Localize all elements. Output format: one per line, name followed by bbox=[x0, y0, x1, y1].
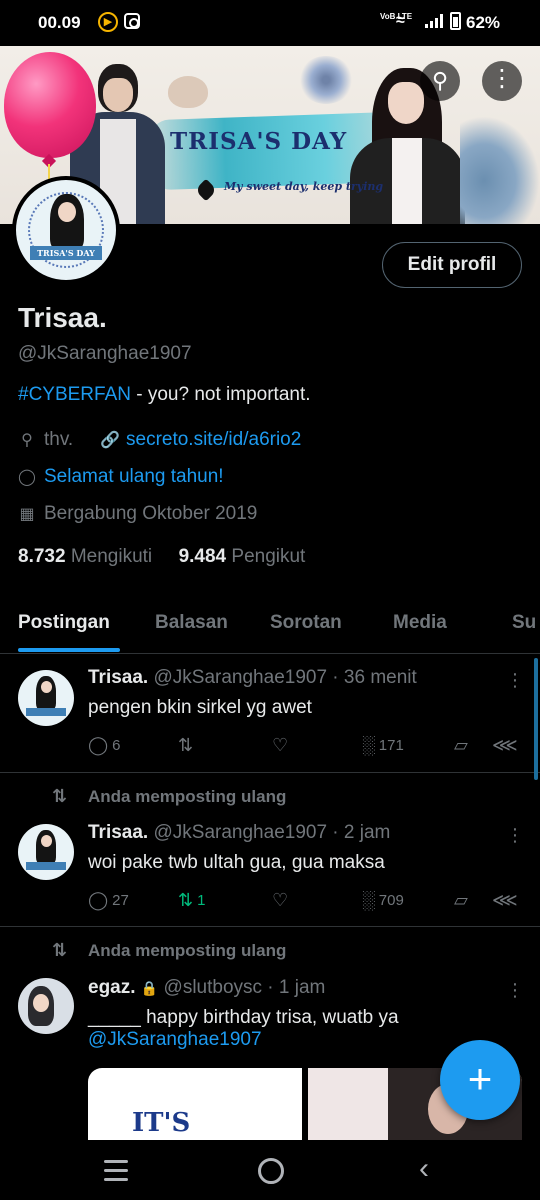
system-nav-bar: ‹ bbox=[0, 1140, 540, 1200]
post-avatar[interactable] bbox=[18, 978, 74, 1034]
lock-icon: 🔒 bbox=[140, 980, 159, 996]
following-link[interactable]: 8.732 Mengikuti bbox=[18, 546, 152, 567]
reply-icon: ◯ bbox=[88, 735, 109, 755]
active-tab-indicator bbox=[18, 648, 120, 652]
views-icon: ░ bbox=[362, 890, 375, 910]
share-icon: ⋘ bbox=[492, 735, 518, 755]
post-actions: ◯ 6 ⇅ ♡ ░ 171 ▱ ⋘ bbox=[88, 735, 518, 759]
post-header[interactable]: Trisaa. @JkSaranghae1907 · 36 menit bbox=[88, 667, 417, 689]
share-button[interactable]: ⋘ bbox=[492, 890, 518, 911]
reply-button[interactable]: ◯ 6 bbox=[88, 735, 121, 756]
post-header[interactable]: egaz. 🔒 @slutboysc · 1 jam bbox=[88, 977, 325, 999]
tab-postingan[interactable]: Postingan bbox=[18, 612, 110, 634]
like-button[interactable]: ♡ bbox=[272, 890, 292, 911]
back-button[interactable]: ‹ bbox=[404, 1154, 444, 1186]
profile-birthday[interactable]: ◯ Selamat ulang tahun! bbox=[18, 466, 224, 488]
post-text[interactable]: woi pake twb ultah gua, gua maksa bbox=[88, 852, 385, 874]
tab-balasan[interactable]: Balasan bbox=[155, 612, 228, 634]
tab-sorotan[interactable]: Sorotan bbox=[270, 612, 342, 634]
search-icon[interactable]: ⚲ bbox=[420, 61, 460, 101]
repost-button[interactable]: ⇅ bbox=[178, 735, 197, 756]
repost-button[interactable]: ⇅ 1 bbox=[178, 890, 205, 911]
tab-media[interactable]: Media bbox=[393, 612, 447, 634]
app-notification-icon: ▶ bbox=[98, 12, 118, 32]
link-icon: 🔗 bbox=[100, 432, 120, 449]
feather-decoration bbox=[460, 116, 540, 224]
status-bar: 00.09 ▶ VoB LTE ≈ 62% bbox=[0, 0, 540, 46]
followers-link[interactable]: 9.484 Pengikut bbox=[179, 546, 306, 567]
profile-link[interactable]: 🔗 secreto.site/id/a6rio2 bbox=[100, 429, 301, 451]
views-icon: ░ bbox=[362, 735, 375, 755]
post-more-icon[interactable]: ⋮ bbox=[506, 825, 524, 846]
post-actions: ◯ 27 ⇅ 1 ♡ ░ 709 ▱ ⋘ bbox=[88, 890, 518, 914]
profile-joined: ▦ Bergabung Oktober 2019 bbox=[19, 503, 258, 524]
share-icon: ⋘ bbox=[492, 890, 518, 910]
post-text[interactable]: pengen bkin sirkel yg awet bbox=[88, 697, 312, 719]
profile-bio: #CYBERFAN - you? not important. bbox=[18, 384, 311, 406]
post-divider bbox=[0, 926, 540, 927]
like-icon: ♡ bbox=[272, 735, 289, 755]
reply-icon: ◯ bbox=[88, 890, 109, 910]
bookmark-button[interactable]: ▱ bbox=[454, 890, 468, 911]
bio-text: - you? not important. bbox=[130, 384, 311, 405]
wifi-icon: ≈ bbox=[396, 12, 405, 29]
like-icon: ♡ bbox=[272, 890, 289, 910]
calendar-icon: ▦ bbox=[19, 506, 35, 523]
banner-tagline: My sweet day, keep trying bbox=[224, 180, 384, 193]
post-more-icon[interactable]: ⋮ bbox=[506, 980, 524, 1001]
edit-profile-button[interactable]: Edit profil bbox=[382, 242, 522, 288]
profile-handle: @JkSaranghae1907 bbox=[18, 343, 192, 364]
like-button[interactable]: ♡ bbox=[272, 735, 292, 756]
more-vertical-icon[interactable]: ⋮ bbox=[482, 61, 522, 101]
repost-icon: ⇅ bbox=[178, 735, 194, 755]
profile-location: ⚲ thv. bbox=[18, 429, 73, 451]
share-button[interactable]: ⋘ bbox=[492, 735, 518, 756]
instagram-notification-icon bbox=[124, 13, 140, 29]
post-more-icon[interactable]: ⋮ bbox=[506, 670, 524, 691]
battery-icon bbox=[450, 12, 461, 30]
post-divider bbox=[0, 772, 540, 773]
flower-decoration bbox=[298, 56, 354, 104]
repost-icon: ⇅ bbox=[52, 940, 68, 960]
balloon-icon: ◯ bbox=[18, 469, 36, 486]
mention-link[interactable]: @JkSaranghae1907 bbox=[88, 1029, 262, 1050]
post-header[interactable]: Trisaa. @JkSaranghae1907 · 2 jam bbox=[88, 822, 390, 844]
compose-button[interactable]: + bbox=[440, 1040, 520, 1120]
location-icon: ⚲ bbox=[21, 432, 33, 449]
banner-title: TRISA'S DAY bbox=[170, 128, 348, 155]
recent-apps-button[interactable] bbox=[96, 1154, 136, 1186]
post-avatar[interactable] bbox=[18, 670, 74, 726]
status-time: 00.09 bbox=[38, 13, 81, 32]
birthday-balloon-icon bbox=[4, 52, 96, 158]
bookmark-icon: ▱ bbox=[454, 735, 468, 755]
profile-tabs: Postingan Balasan Sorotan Media Su bbox=[0, 600, 540, 654]
views-button[interactable]: ░ 709 bbox=[362, 890, 404, 911]
scrollbar[interactable] bbox=[534, 658, 538, 780]
plus-icon: + bbox=[467, 1055, 493, 1102]
reply-button[interactable]: ◯ 27 bbox=[88, 890, 129, 911]
shell-decoration bbox=[168, 76, 208, 108]
bio-hashtag[interactable]: #CYBERFAN bbox=[18, 384, 131, 405]
profile-name: Trisaa. bbox=[18, 302, 107, 333]
follow-counts: 8.732 Mengikuti 9.484 Pengikut bbox=[18, 546, 305, 568]
views-button[interactable]: ░ 171 bbox=[362, 735, 404, 756]
repost-label: Anda memposting ulang bbox=[88, 787, 287, 806]
media-image-1[interactable]: IT'S bbox=[88, 1068, 302, 1142]
post-text[interactable]: _____ happy birthday trisa, wuatb ya @JkS… bbox=[88, 1007, 399, 1051]
repost-label: Anda memposting ulang bbox=[88, 941, 287, 960]
post-avatar[interactable] bbox=[18, 824, 74, 880]
tab-suka[interactable]: Su bbox=[512, 612, 536, 634]
profile-avatar[interactable]: TRISA'S DAY bbox=[12, 176, 120, 284]
bookmark-icon: ▱ bbox=[454, 890, 468, 910]
repost-icon: ⇅ bbox=[178, 890, 194, 910]
battery-percent: 62% bbox=[466, 13, 501, 32]
avatar-label: TRISA'S DAY bbox=[30, 246, 102, 260]
repost-icon: ⇅ bbox=[52, 786, 68, 806]
bookmark-button[interactable]: ▱ bbox=[454, 735, 468, 756]
signal-icon bbox=[425, 14, 443, 28]
home-button[interactable] bbox=[250, 1154, 290, 1186]
